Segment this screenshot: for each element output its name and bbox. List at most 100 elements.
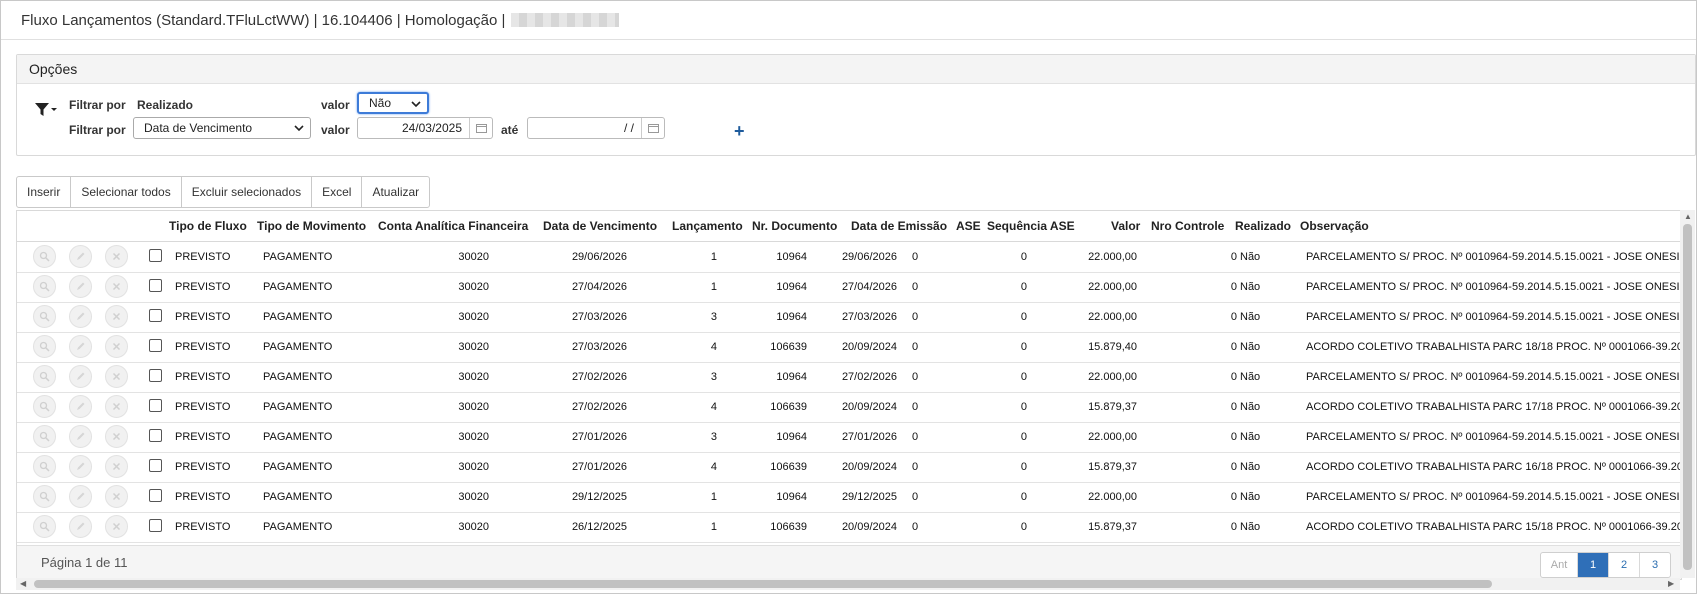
scroll-up-icon[interactable]: ▲ [1684,212,1692,221]
column-header[interactable]: Lançamento [672,211,743,241]
row-select-checkbox[interactable] [149,459,162,472]
edit-icon[interactable] [69,365,92,388]
table-cell: Não [1240,491,1261,503]
row-select-checkbox[interactable] [149,489,162,502]
view-icon[interactable] [33,485,56,508]
table-cell: Não [1240,461,1261,473]
column-header[interactable]: Nro Controle [1151,211,1224,241]
filter-field-select[interactable]: Data de Vencimento [133,117,311,139]
scroll-left-icon[interactable]: ◀ [20,579,26,588]
scroll-right-icon[interactable]: ▶ [1668,579,1674,588]
view-icon[interactable] [33,365,56,388]
excel-button[interactable]: Excel [312,177,363,207]
table-cell: 20/09/2024 [841,341,897,353]
table-row[interactable]: PREVISTO PAGAMENTO 30020 29/12/2025 1 10964 29… [17,482,1681,513]
view-icon[interactable] [33,395,56,418]
view-icon[interactable] [33,515,56,538]
edit-icon[interactable] [69,335,92,358]
table-row[interactable]: PREVISTO PAGAMENTO 30020 27/03/2026 4 106639 2… [17,332,1681,363]
delete-icon[interactable] [105,335,128,358]
previous-page-button[interactable]: Ant [1541,553,1578,577]
delete-icon[interactable] [105,425,128,448]
row-select-checkbox[interactable] [149,279,162,292]
page-1-button[interactable]: 1 [1578,553,1609,577]
delete-icon[interactable] [105,515,128,538]
filter-icon[interactable] [33,99,59,119]
table-row[interactable]: PREVISTO PAGAMENTO 30020 27/03/2026 3 10964 27… [17,302,1681,333]
edit-icon[interactable] [69,425,92,448]
select-all-button[interactable]: Selecionar todos [71,177,182,207]
table-row[interactable]: PREVISTO PAGAMENTO 30020 27/02/2026 4 106639 2… [17,392,1681,423]
row-select-checkbox[interactable] [149,429,162,442]
edit-icon[interactable] [69,485,92,508]
refresh-button[interactable]: Atualizar [362,177,429,207]
table-row[interactable]: PREVISTO PAGAMENTO 30020 29/06/2026 1 10964 29… [17,242,1681,273]
table-cell: 20/09/2024 [841,461,897,473]
edit-icon[interactable] [69,515,92,538]
row-select-checkbox[interactable] [149,339,162,352]
row-select-checkbox[interactable] [149,399,162,412]
column-header[interactable]: ASE [956,211,981,241]
realizado-value-select[interactable]: Não [357,92,429,114]
table-row[interactable]: PREVISTO PAGAMENTO 30020 27/04/2026 1 10964 27… [17,272,1681,303]
horizontal-scroll-thumb[interactable] [34,580,1492,588]
view-icon[interactable] [33,305,56,328]
view-icon[interactable] [33,245,56,268]
page-3-button[interactable]: 3 [1640,553,1670,577]
view-icon[interactable] [33,455,56,478]
delete-icon[interactable] [105,365,128,388]
table-cell: 0 [1230,491,1237,503]
row-select-checkbox[interactable] [149,309,162,322]
add-filter-icon[interactable]: + [734,122,745,140]
view-icon[interactable] [33,275,56,298]
table-row[interactable]: PREVISTO PAGAMENTO 30020 27/01/2026 4 106639 2… [17,452,1681,483]
table-cell: 27/02/2026 [841,371,897,383]
column-header[interactable]: Tipo de Fluxo [169,211,247,241]
calendar-icon[interactable] [469,118,492,138]
edit-icon[interactable] [69,245,92,268]
table-row[interactable]: PREVISTO PAGAMENTO 30020 27/01/2026 3 10964 27… [17,422,1681,453]
delete-selected-button[interactable]: Excluir selecionados [182,177,313,207]
edit-icon[interactable] [69,305,92,328]
delete-icon[interactable] [105,245,128,268]
table-cell: 3 [710,371,717,383]
view-icon[interactable] [33,335,56,358]
table-row[interactable]: PREVISTO PAGAMENTO 30020 27/02/2026 3 10964 27… [17,362,1681,393]
delete-icon[interactable] [105,395,128,418]
horizontal-scrollbar[interactable]: ◀ ▶ [16,578,1680,590]
row-select-checkbox[interactable] [149,369,162,382]
delete-icon[interactable] [105,485,128,508]
delete-icon[interactable] [105,305,128,328]
edit-icon[interactable] [69,455,92,478]
page-2-button[interactable]: 2 [1609,553,1640,577]
column-header[interactable]: Data de Emissão [851,211,947,241]
date-from-input[interactable]: 24/03/2025 [357,117,493,139]
delete-icon[interactable] [105,455,128,478]
date-until-input[interactable]: / / [527,117,665,139]
vertical-scrollbar[interactable]: ▲ [1680,210,1695,578]
column-header[interactable]: Data de Vencimento [543,211,657,241]
column-header[interactable]: Tipo de Movimento [257,211,366,241]
row-select-checkbox[interactable] [149,519,162,532]
column-header[interactable]: Valor [1111,211,1140,241]
calendar-icon[interactable] [641,118,664,138]
column-header[interactable]: Sequência ASE [987,211,1075,241]
column-header[interactable]: Conta Analítica Financeira [378,211,528,241]
options-heading: Opções [17,55,1695,84]
column-header[interactable]: Nr. Documento [752,211,837,241]
delete-icon[interactable] [105,275,128,298]
table-cell: PARCELAMENTO S/ PROC. Nº 0010964-59.2014… [1306,491,1682,503]
vertical-scroll-thumb[interactable] [1683,224,1692,570]
table-cell: PAGAMENTO [263,341,333,353]
column-header[interactable]: Realizado [1235,211,1291,241]
table-cell: 0 [1020,461,1027,473]
view-icon[interactable] [33,425,56,448]
row-select-checkbox[interactable] [149,249,162,262]
table-cell: 27/02/2026 [571,401,627,413]
insert-button[interactable]: Inserir [17,177,72,207]
column-header[interactable]: Observação [1300,211,1369,241]
table-row[interactable]: PREVISTO PAGAMENTO 30020 26/12/2025 1 106639 2… [17,512,1681,543]
edit-icon[interactable] [69,275,92,298]
table-cell: Não [1240,251,1261,263]
edit-icon[interactable] [69,395,92,418]
